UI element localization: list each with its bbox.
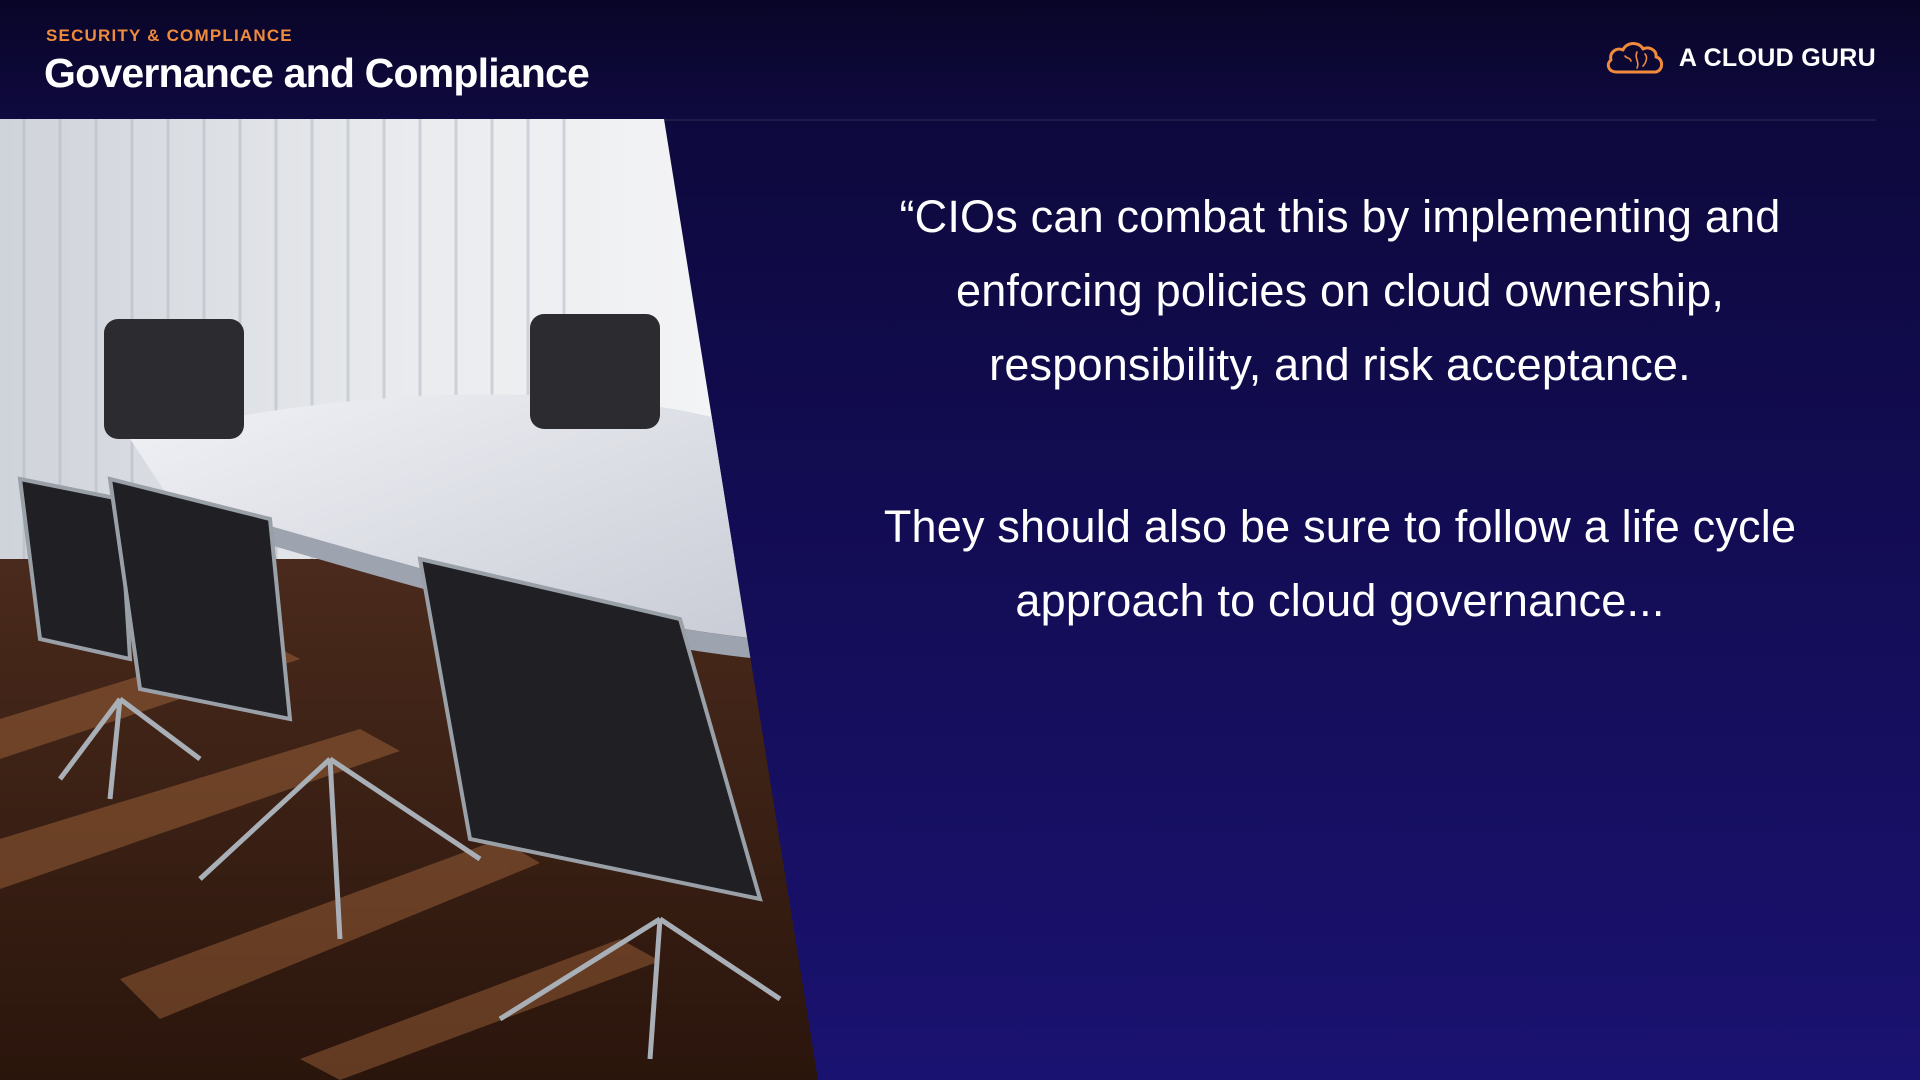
conference-room-image [0,119,818,1080]
conference-room-illustration [0,119,818,1080]
slide-title: Governance and Compliance [44,50,590,96]
quote-block: “CIOs can combat this by implementing an… [820,180,1860,638]
cloud-logo-icon [1606,42,1664,74]
section-eyebrow: SECURITY & COMPLIANCE [46,26,293,45]
quote-paragraph-1: “CIOs can combat this by implementing an… [899,191,1781,390]
brand-logo: A CLOUD GURU [1603,38,1876,78]
quote-paragraph-2: They should also be sure to follow a lif… [883,501,1797,626]
brand-name: A CLOUD GURU [1678,43,1876,72]
header-divider [664,119,1876,121]
slide-header: SECURITY & COMPLIANCE Governance and Com… [0,0,1920,119]
slide: SECURITY & COMPLIANCE Governance and Com… [0,0,1920,1080]
